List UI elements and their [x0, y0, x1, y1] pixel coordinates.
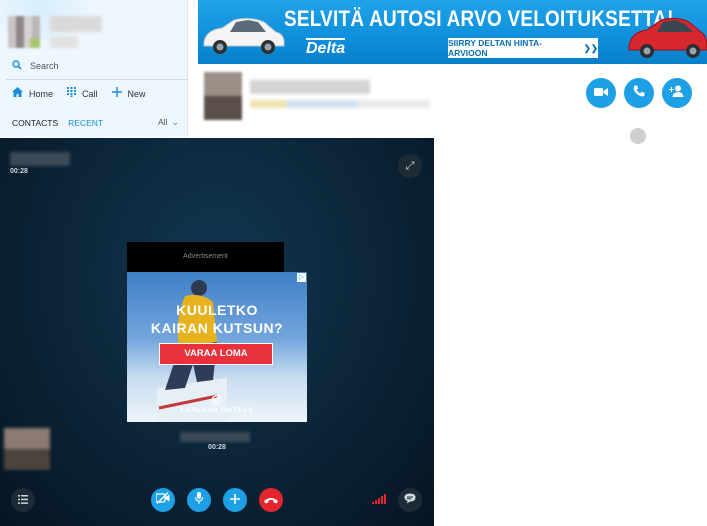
contact-avatar[interactable] — [204, 72, 242, 120]
add-contact-button[interactable] — [662, 78, 692, 108]
contacts-tabs: CONTACTS RECENT All ⌄ — [12, 117, 179, 128]
self-video-preview[interactable] — [4, 428, 50, 470]
tab-recent[interactable]: RECENT — [68, 118, 103, 128]
banner-brand-logo: Delta — [306, 38, 346, 57]
user-status-redacted[interactable] — [50, 36, 78, 48]
user-name-redacted[interactable] — [50, 16, 102, 32]
mic-icon — [195, 491, 203, 509]
add-contact-icon — [669, 84, 685, 102]
hang-up-icon — [264, 491, 278, 509]
audio-call-button[interactable] — [624, 78, 654, 108]
ad-headline-1: KUULETKO — [176, 302, 258, 318]
dialpad-icon — [67, 87, 77, 100]
nav-home-label: Home — [29, 88, 54, 99]
nav-new[interactable]: New — [111, 87, 146, 100]
lapland-logo-icon: ◎ — [211, 392, 223, 406]
video-call-button[interactable] — [586, 78, 616, 108]
nav-new-label: New — [127, 88, 146, 99]
nav-call[interactable]: Call — [67, 87, 98, 100]
nav-call-label: Call — [82, 88, 98, 99]
globe-icon — [630, 128, 646, 144]
ad-brand-name: LAPLAND HOTELS — [180, 407, 254, 414]
fullscreen-button[interactable]: ⤢ — [398, 154, 422, 178]
ad-cta-button[interactable]: VARAA LOMA — [159, 343, 273, 365]
call-ad[interactable]: ▷ KUULETKO KAIRAN KUTSUN? VARAA LOMA ◎ L… — [127, 272, 307, 422]
hang-up-button[interactable] — [259, 488, 283, 512]
conversation-header — [198, 64, 707, 144]
sidebar-divider — [6, 79, 187, 80]
caller-name-redacted — [10, 152, 70, 166]
car-image-left — [203, 17, 285, 54]
mute-button[interactable] — [187, 488, 211, 512]
home-icon — [12, 87, 23, 100]
banner-headline: SELVITÄ AUTOSI ARVO VELOITUKSETTA! — [284, 6, 674, 31]
sidebar-nav: Home Call New — [12, 87, 146, 100]
user-avatar[interactable] — [8, 16, 40, 48]
expand-icon: ⤢ — [405, 159, 415, 172]
call-window: 00:28 ⤢ Advertisement ▷ KUULETKO KAIRAN … — [0, 138, 434, 526]
participants-button[interactable] — [11, 488, 35, 512]
add-icon — [230, 491, 240, 509]
search-box[interactable]: Search — [12, 58, 59, 74]
chat-button[interactable] — [398, 488, 422, 512]
audio-call-icon — [633, 84, 645, 102]
add-to-call-button[interactable] — [223, 488, 247, 512]
filter-label: All — [158, 117, 168, 127]
participant-name-redacted — [180, 432, 250, 442]
contact-mood-redacted — [250, 100, 430, 108]
participants-icon — [18, 491, 28, 509]
ad-headline-2: KAIRAN KUTSUN? — [150, 320, 284, 336]
search-icon — [12, 59, 22, 73]
call-timer-top: 00:28 — [10, 168, 28, 175]
call-timer-center: 00:28 — [208, 444, 226, 451]
advertisement-label: Advertisement — [127, 242, 284, 272]
signal-icon — [372, 494, 386, 504]
double-chevron-right-icon: ❯❯ — [583, 42, 598, 53]
chevron-down-icon: ⌄ — [171, 117, 179, 127]
car-image-right — [628, 17, 707, 58]
banner-cta-label: SIIRRY DELTAN HINTA-ARVIOON — [448, 38, 542, 58]
ad-info-icon[interactable]: ▷ — [297, 273, 306, 282]
banner-ad[interactable]: SELVITÄ AUTOSI ARVO VELOITUKSETTA! Delta… — [198, 0, 707, 64]
contact-name-redacted[interactable] — [250, 80, 370, 94]
search-placeholder: Search — [30, 61, 59, 71]
banner-cta-button[interactable]: SIIRRY DELTAN HINTA-ARVIOON ❯❯ — [448, 38, 598, 58]
filter-dropdown[interactable]: All ⌄ — [158, 117, 179, 128]
video-off-icon — [155, 491, 170, 509]
sidebar: Search Home Call New CONTACTS RECENT All… — [0, 0, 188, 137]
nav-home[interactable]: Home — [12, 87, 53, 100]
ad-brand-logo: ◎ LAPLAND HOTELS — [127, 392, 307, 414]
toggle-video-button[interactable] — [151, 488, 175, 512]
plus-icon — [111, 87, 122, 100]
tab-contacts[interactable]: CONTACTS — [12, 118, 58, 128]
chat-icon — [404, 491, 416, 509]
video-call-icon — [594, 84, 608, 102]
